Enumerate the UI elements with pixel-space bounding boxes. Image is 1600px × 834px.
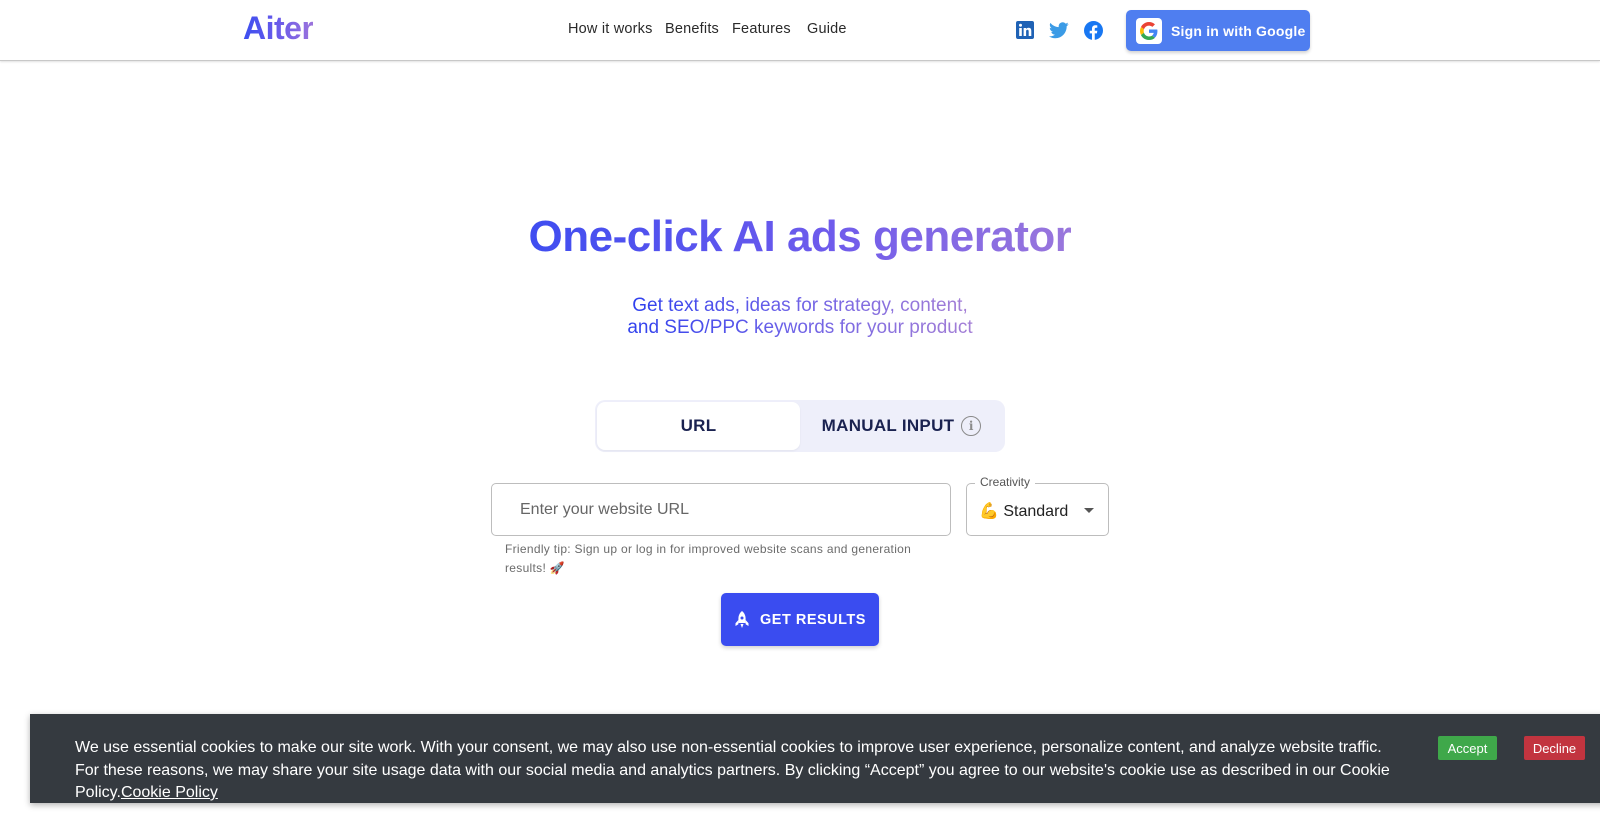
info-icon[interactable]: i [961,416,982,436]
get-results-button[interactable]: GET RESULTS [721,593,879,646]
get-results-label: GET RESULTS [760,611,866,628]
linkedin-icon[interactable] [1015,20,1035,40]
input-mode-tabs: URL MANUAL INPUT i [595,400,1005,452]
tab-manual-label: MANUAL INPUT [821,416,955,435]
cookie-policy-link[interactable]: Cookie Policy [121,784,218,801]
tab-url-label: URL [680,416,717,435]
page: Aiter How it works Benefits Features Gui… [0,0,1600,834]
creativity-value: 💪 Standard [979,503,1069,520]
website-url-input[interactable] [491,483,951,536]
hero-subtitle-line1: Get text ads, ideas for strategy, conten… [632,295,968,316]
creativity-label: Creativity [975,475,1036,489]
hero-title-text: One-click AI ads generator [528,212,1072,261]
top-nav-bar: Aiter How it works Benefits Features Gui… [0,0,1600,61]
nav-guide[interactable]: Guide [807,21,847,37]
tab-manual-input[interactable]: MANUAL INPUT i [800,402,1003,450]
friendly-tip: Friendly tip: Sign up or log in for impr… [505,542,912,575]
tab-url[interactable]: URL [597,402,800,450]
cookie-banner: We use essential cookies to make our sit… [30,714,1600,803]
google-signin-button[interactable]: Sign in with Google [1126,10,1310,51]
facebook-icon[interactable] [1083,20,1103,40]
nav-features[interactable]: Features [732,21,791,37]
hero-title: One-click AI ads generator [0,212,1600,262]
hero-subtitle: Get text ads, ideas for strategy, conten… [0,295,1600,339]
cookie-message: We use essential cookies to make our sit… [75,737,1405,805]
twitter-icon[interactable] [1049,20,1069,40]
rocket-icon [734,610,750,629]
accept-button[interactable]: Accept [1438,736,1497,760]
decline-button[interactable]: Decline [1524,736,1585,760]
google-signin-label: Sign in with Google [1171,22,1306,39]
logo[interactable]: Aiter [243,10,314,47]
nav-benefits[interactable]: Benefits [665,21,719,37]
creativity-select[interactable]: Creativity 💪 Standard [966,475,1109,536]
cookie-text: We use essential cookies to make our sit… [75,739,1390,801]
nav-how-it-works[interactable]: How it works [568,21,653,37]
hero-subtitle-line2: and SEO/PPC keywords for your product [627,317,973,338]
google-icon [1136,17,1162,44]
chevron-down-icon [1084,508,1094,513]
